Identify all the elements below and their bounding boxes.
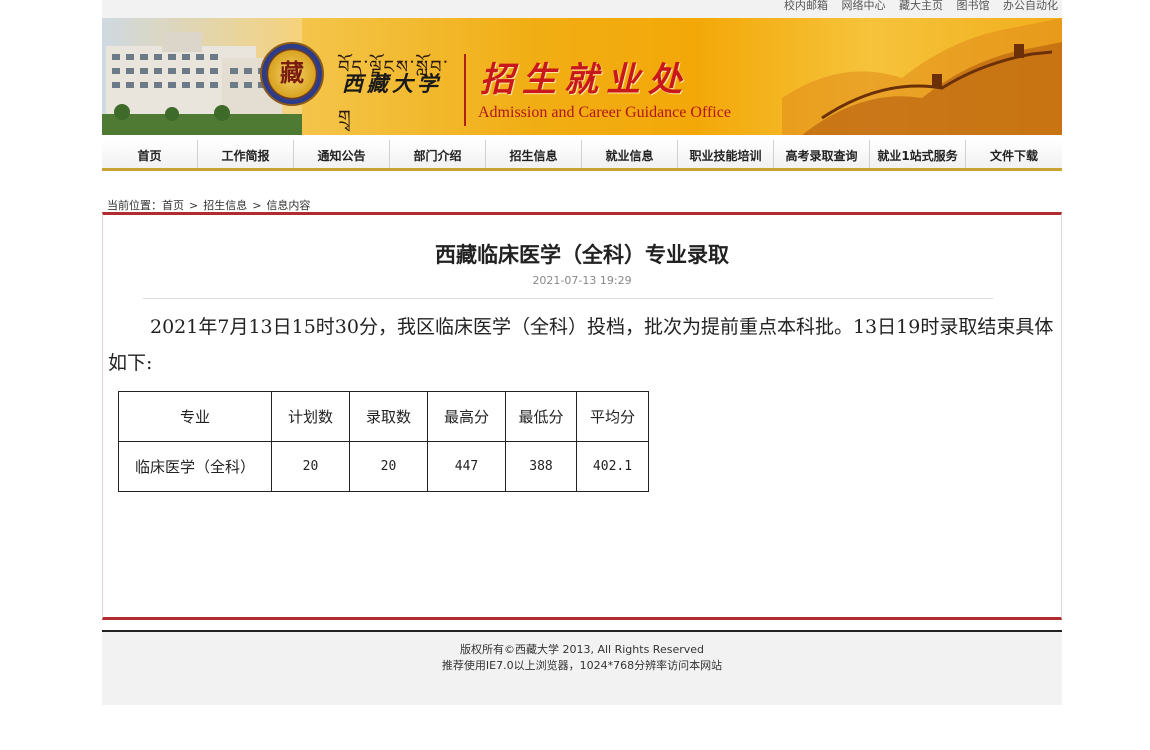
header-banner: 藏 བོད་ལྗོངས་སློབ་གྲྭ 西藏大学 招生就业处 Admissio…: [102, 18, 1062, 135]
nav-item-downloads[interactable]: 文件下载: [966, 140, 1062, 168]
office-name-english: Admission and Career Guidance Office: [478, 104, 731, 121]
nav-item-admission-info[interactable]: 招生信息: [486, 140, 582, 168]
top-link-network-center[interactable]: 网络中心: [842, 0, 886, 11]
top-link-university-home[interactable]: 藏大主页: [899, 0, 943, 11]
table-cell: 447: [427, 441, 506, 492]
article-title: 西藏临床医学（全科）专业录取: [435, 243, 729, 267]
table-header: 专业: [118, 391, 272, 442]
nav-item-home[interactable]: 首页: [102, 140, 198, 168]
title-divider: [143, 298, 993, 299]
nav-item-notices[interactable]: 通知公告: [294, 140, 390, 168]
top-link-library[interactable]: 图书馆: [957, 0, 990, 11]
article-date: 2021-07-13 19:29: [532, 274, 632, 287]
top-link-office-automation[interactable]: 办公自动化: [1003, 0, 1058, 11]
nav-item-employment-service[interactable]: 就业1站式服务: [870, 140, 966, 168]
table-header: 最低分: [505, 391, 577, 442]
article-content: 西藏临床医学（全科）专业录取 2021-07-13 19:29 2021年7月1…: [102, 212, 1062, 620]
admission-table: 专业 计划数 录取数 最高分 最低分 平均分 临床医学（全科） 20 20 44…: [118, 391, 649, 492]
table-header: 计划数: [271, 391, 350, 442]
article-paragraph: 2021年7月13日15时30分，我区临床医学（全科）投档，批次为提前重点本科批…: [108, 316, 1054, 374]
banner-divider: [464, 54, 466, 126]
nav-item-skills-training[interactable]: 职业技能培训: [678, 140, 774, 168]
table-header: 平均分: [576, 391, 649, 442]
main-nav: 首页 工作简报 通知公告 部门介绍 招生信息 就业信息 职业技能培训 高考录取查…: [102, 140, 1062, 171]
nav-item-department[interactable]: 部门介绍: [390, 140, 486, 168]
seal-character: 藏: [280, 58, 304, 87]
table-header: 录取数: [349, 391, 428, 442]
footer-browser-note: 推荐使用IE7.0以上浏览器，1024*768分辨率访问本网站: [441, 659, 723, 672]
tibetan-name: བོད་ལྗོངས་སློབ་གྲྭ: [338, 57, 450, 128]
footer: 版权所有©西藏大学 2013, All Rights Reserved 推荐使用…: [102, 630, 1062, 705]
table-header: 最高分: [427, 391, 506, 442]
page: 校内邮箱 网络中心 藏大主页 图书馆 办公自动化 藏 བོད་ལྗོངས་སློ…: [102, 0, 1062, 705]
table-cell: 402.1: [576, 441, 649, 492]
table-cell: 20: [349, 441, 428, 492]
breadcrumb-admission[interactable]: 招生信息: [203, 199, 247, 212]
top-links: 校内邮箱 网络中心 藏大主页 图书馆 办公自动化: [102, 0, 1062, 18]
table-header-row: 专业 计划数 录取数 最高分 最低分 平均分: [118, 391, 649, 442]
breadcrumb-current: 信息内容: [266, 199, 311, 212]
breadcrumb-separator: >: [189, 199, 199, 212]
table-row: 临床医学（全科） 20 20 447 388 402.1: [118, 441, 649, 492]
footer-copyright: 版权所有©西藏大学 2013, All Rights Reserved: [459, 643, 704, 656]
nav-item-employment-info[interactable]: 就业信息: [582, 140, 678, 168]
nav-item-exam-results[interactable]: 高考录取查询: [774, 140, 870, 168]
top-link-mail[interactable]: 校内邮箱: [784, 0, 828, 11]
great-wall-image: [782, 18, 1062, 135]
breadcrumb-prefix: 当前位置：: [107, 199, 162, 212]
office-name-chinese: 招生就业处: [480, 60, 690, 100]
table-cell: 临床医学（全科）: [118, 441, 272, 492]
breadcrumb-separator: >: [252, 199, 262, 212]
table-cell: 388: [505, 441, 577, 492]
nav-item-work-briefing[interactable]: 工作简报: [198, 140, 294, 168]
university-name: 西藏大学: [342, 71, 442, 96]
table-cell: 20: [271, 441, 350, 492]
breadcrumb-home[interactable]: 首页: [162, 199, 184, 212]
university-seal-logo: 藏: [260, 42, 324, 106]
